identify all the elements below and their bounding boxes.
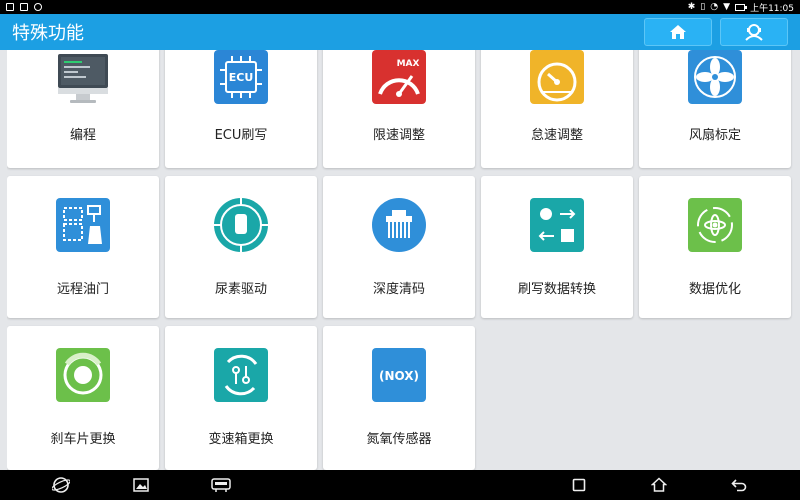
ecu-icon-text: ECU	[229, 71, 254, 84]
tile-label: 怠速调整	[530, 128, 583, 143]
tile-nox-sensor[interactable]: (NOX) 氮氧传感器	[323, 326, 475, 470]
tile-label: 风扇标定	[688, 128, 741, 143]
page-title: 特殊功能	[12, 23, 84, 44]
tile-flash-data-convert[interactable]: 刷写数据转换	[481, 176, 633, 318]
data-convert-icon	[528, 196, 586, 254]
recent-apps-button[interactable]	[568, 475, 590, 495]
deep-clear-icon	[370, 196, 428, 254]
home-button[interactable]	[644, 18, 712, 46]
wifi-icon: ▼	[723, 2, 731, 12]
brake-pad-icon	[54, 346, 112, 404]
tile-label: 刹车片更换	[50, 432, 116, 447]
tile-label: ECU刷写	[214, 128, 268, 143]
tile-fan-calibration[interactable]: 风扇标定	[639, 50, 791, 168]
remote-throttle-icon	[54, 196, 112, 254]
user-support-icon	[745, 24, 763, 41]
tile-speed-limit[interactable]: MAX 限速调整	[323, 50, 475, 168]
tile-deep-clear[interactable]: 深度清码	[323, 176, 475, 318]
square-icon	[572, 478, 586, 492]
back-arrow-icon	[731, 479, 747, 492]
battery-icon	[735, 3, 748, 11]
navigation-bar	[0, 470, 800, 500]
tile-label: 刷写数据转换	[517, 282, 596, 297]
ecu-chip-icon: ECU	[212, 50, 270, 106]
tile-brake-pad[interactable]: 刹车片更换	[7, 326, 159, 470]
tile-programming[interactable]: 编程	[7, 50, 159, 168]
home-icon	[670, 25, 686, 39]
speed-limit-icon: MAX	[370, 50, 428, 106]
alarm-icon: ◔	[710, 2, 719, 12]
monitor-icon	[54, 50, 112, 106]
tile-label: 氮氧传感器	[366, 432, 432, 447]
tile-label: 尿素驱动	[214, 282, 267, 297]
tile-idle-adjust[interactable]: 怠速调整	[481, 50, 633, 168]
tile-urea-drive[interactable]: 尿素驱动	[165, 176, 317, 318]
tile-label: 变速箱更换	[208, 432, 274, 447]
tile-label: 数据优化	[688, 282, 741, 297]
function-grid: 编程 ECU ECU刷写 MAX 限速调整 怠速调整 风扇标定 远程油门 尿素驱…	[7, 50, 793, 470]
bluetooth-icon: ✱	[687, 2, 696, 12]
vci-connector-icon	[211, 478, 231, 492]
image-icon	[133, 478, 149, 492]
nox-icon-text: (NOX)	[379, 369, 419, 383]
user-button[interactable]	[720, 18, 788, 46]
fan-icon	[686, 50, 744, 106]
back-nav-button[interactable]	[728, 475, 750, 495]
status-bar: ✱ ▯ ◔ ▼ 上午11:05	[0, 0, 800, 14]
tile-label: 限速调整	[372, 128, 425, 143]
status-time: 上午11:05	[750, 3, 794, 14]
idle-gauge-icon	[528, 50, 586, 106]
tile-gearbox-replace[interactable]: 变速箱更换	[165, 326, 317, 470]
tile-remote-throttle[interactable]: 远程油门	[7, 176, 159, 318]
tile-label: 远程油门	[56, 282, 109, 297]
title-bar: 特殊功能	[0, 14, 800, 50]
data-optimize-icon	[686, 196, 744, 254]
globe-icon	[52, 477, 70, 493]
tile-label: 编程	[69, 128, 96, 143]
urea-drive-icon	[212, 196, 270, 254]
tile-label: 深度清码	[372, 282, 425, 297]
browser-nav-button[interactable]	[50, 475, 72, 495]
gearbox-icon	[212, 346, 270, 404]
gallery-nav-button[interactable]	[130, 475, 152, 495]
nox-sensor-icon: (NOX)	[370, 346, 428, 404]
vci-nav-button[interactable]	[210, 475, 232, 495]
house-icon	[651, 477, 667, 492]
tile-ecu-flash[interactable]: ECU ECU刷写	[165, 50, 317, 168]
home-nav-button[interactable]	[648, 475, 670, 495]
app-notification-icon	[34, 3, 42, 11]
max-icon-text: MAX	[397, 59, 420, 69]
vibrate-icon: ▯	[700, 2, 706, 12]
document-notification-icon	[20, 3, 28, 11]
gallery-notification-icon	[6, 3, 14, 11]
tile-data-optimize[interactable]: 数据优化	[639, 176, 791, 318]
